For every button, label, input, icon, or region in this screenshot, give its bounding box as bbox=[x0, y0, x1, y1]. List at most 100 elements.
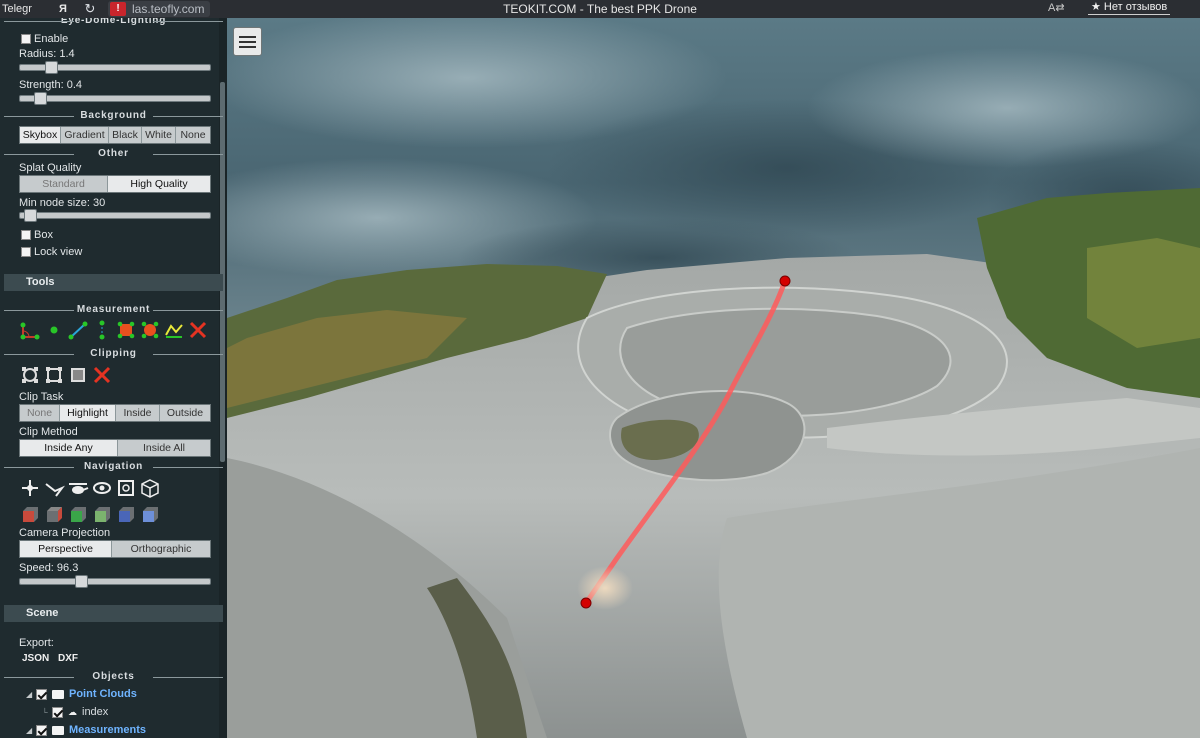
clip-volume-icon[interactable] bbox=[19, 364, 41, 386]
view-cube-tools bbox=[19, 504, 161, 526]
volume-measure-icon[interactable] bbox=[139, 319, 161, 341]
earth-control-icon[interactable] bbox=[19, 477, 41, 499]
top-view-icon[interactable] bbox=[115, 504, 137, 526]
edl-strength-label: Strength: 0.4 bbox=[19, 79, 82, 91]
point-clouds-checkbox[interactable] bbox=[36, 688, 47, 700]
translate-icon[interactable]: A⇄ bbox=[1048, 1, 1065, 14]
menu-line bbox=[239, 40, 256, 43]
min-node-size-knob[interactable] bbox=[23, 209, 37, 222]
back-view-icon[interactable] bbox=[91, 504, 113, 526]
background-skybox-button[interactable]: Skybox bbox=[20, 127, 61, 143]
clip-task-outside-button[interactable]: Outside bbox=[160, 405, 210, 421]
left-view-icon[interactable] bbox=[19, 504, 41, 526]
expand-triangle-icon[interactable]: ◢ bbox=[26, 726, 36, 735]
browser-topbar: Telegr Я ↻ ! las.teofly.com TEOKIT.COM -… bbox=[0, 0, 1200, 18]
camera-perspective-button[interactable]: Perspective bbox=[20, 541, 112, 557]
clip-method-inside-any-button[interactable]: Inside Any bbox=[20, 440, 118, 456]
cloud-icon: ☁ bbox=[68, 706, 77, 717]
folder-icon bbox=[52, 725, 64, 735]
area-measure-icon[interactable] bbox=[115, 319, 137, 341]
measurement-point-start[interactable] bbox=[580, 597, 592, 609]
yandex-icon[interactable]: Я bbox=[52, 3, 74, 15]
remove-clipping-icon[interactable] bbox=[91, 364, 113, 386]
right-view-icon[interactable] bbox=[43, 504, 65, 526]
bottom-view-icon[interactable] bbox=[139, 504, 161, 526]
angle-measure-icon[interactable] bbox=[19, 319, 41, 341]
clip-task-none-button[interactable]: None bbox=[20, 405, 60, 421]
hamburger-menu-button[interactable] bbox=[233, 27, 262, 56]
edl-strength-slider[interactable] bbox=[19, 92, 211, 105]
clip-task-highlight-button[interactable]: Highlight bbox=[60, 405, 116, 421]
fly-control-icon[interactable] bbox=[43, 477, 65, 499]
clip-box-icon[interactable] bbox=[67, 364, 89, 386]
orbit-control-icon[interactable] bbox=[91, 477, 113, 499]
index-label[interactable]: index bbox=[82, 706, 108, 718]
measurement-point-end[interactable] bbox=[779, 275, 791, 287]
measurements-link[interactable]: Measurements bbox=[69, 724, 146, 736]
clipping-tools bbox=[19, 364, 113, 386]
point-cloud-scene[interactable] bbox=[227, 18, 1200, 738]
sidebar-scroll-thumb[interactable] bbox=[220, 82, 225, 462]
objects-section-title: Objects bbox=[4, 671, 223, 682]
background-black-button[interactable]: Black bbox=[109, 127, 142, 143]
index-checkbox[interactable] bbox=[52, 706, 63, 718]
edl-strength-knob[interactable] bbox=[34, 92, 48, 105]
focus-control-icon[interactable] bbox=[115, 477, 137, 499]
clip-method-inside-all-button[interactable]: Inside All bbox=[118, 440, 210, 456]
edl-enable-checkbox[interactable] bbox=[21, 34, 31, 44]
edl-section-title: Eye-Dome-Lighting bbox=[4, 18, 223, 26]
background-none-button[interactable]: None bbox=[176, 127, 210, 143]
clip-method-label: Clip Method bbox=[19, 426, 78, 438]
edl-radius-label: Radius: 1.4 bbox=[19, 48, 75, 60]
scene-header[interactable]: Scene bbox=[4, 605, 223, 622]
clip-polygon-icon[interactable] bbox=[43, 364, 65, 386]
distance-measure-icon[interactable] bbox=[67, 319, 89, 341]
measurements-checkbox[interactable] bbox=[36, 724, 47, 736]
address-bar[interactable]: ! las.teofly.com bbox=[108, 1, 211, 17]
edl-radius-knob[interactable] bbox=[44, 61, 58, 74]
background-white-button[interactable]: White bbox=[142, 127, 176, 143]
box-checkbox[interactable] bbox=[21, 230, 31, 240]
navigation-section-title: Navigation bbox=[4, 461, 223, 472]
background-gradient-button[interactable]: Gradient bbox=[61, 127, 109, 143]
helicopter-control-icon[interactable] bbox=[67, 477, 89, 499]
clip-task-options: None Highlight Inside Outside bbox=[19, 404, 211, 422]
tools-header[interactable]: Tools bbox=[4, 274, 223, 291]
export-json-button[interactable]: JSON bbox=[22, 653, 49, 664]
clip-task-inside-button[interactable]: Inside bbox=[116, 405, 160, 421]
navigation-cube-icon[interactable] bbox=[139, 477, 161, 499]
point-clouds-link[interactable]: Point Clouds bbox=[69, 688, 137, 700]
tree-row-measurements[interactable]: ◢ Measurements bbox=[26, 724, 146, 736]
clipping-section-title: Clipping bbox=[4, 348, 223, 359]
reviews-button[interactable]: ★ Нет отзывов bbox=[1088, 0, 1171, 15]
splat-standard-button[interactable]: Standard bbox=[20, 176, 108, 192]
menu-line bbox=[239, 35, 256, 38]
camera-projection-label: Camera Projection bbox=[19, 527, 111, 539]
reload-icon[interactable]: ↻ bbox=[80, 1, 100, 17]
navigation-tools bbox=[19, 477, 161, 499]
point-measure-icon[interactable] bbox=[43, 319, 65, 341]
warning-icon: ! bbox=[110, 2, 126, 16]
edl-radius-slider[interactable] bbox=[19, 61, 211, 74]
remove-measurements-icon[interactable] bbox=[187, 319, 209, 341]
tab-telegram[interactable]: Telegr bbox=[0, 3, 40, 15]
expand-triangle-icon[interactable]: ◢ bbox=[26, 690, 36, 699]
export-dxf-button[interactable]: DXF bbox=[58, 653, 78, 664]
lock-view-checkbox[interactable] bbox=[21, 247, 31, 257]
lock-view-label: Lock view bbox=[34, 246, 83, 258]
splat-high-quality-button[interactable]: High Quality bbox=[108, 176, 210, 192]
speed-slider[interactable] bbox=[19, 575, 211, 588]
height-measure-icon[interactable] bbox=[91, 319, 113, 341]
splat-quality-options: Standard High Quality bbox=[19, 175, 211, 193]
point-cloud-viewport[interactable] bbox=[227, 18, 1200, 738]
measurement-tools bbox=[19, 319, 209, 341]
profile-measure-icon[interactable] bbox=[163, 319, 185, 341]
speed-knob[interactable] bbox=[74, 575, 88, 588]
tree-row-index[interactable]: └ ☁ index bbox=[42, 706, 108, 718]
tree-row-point-clouds[interactable]: ◢ Point Clouds bbox=[26, 688, 137, 700]
min-node-size-slider[interactable] bbox=[19, 209, 211, 222]
clip-method-options: Inside Any Inside All bbox=[19, 439, 211, 457]
front-view-icon[interactable] bbox=[67, 504, 89, 526]
tree-connector-icon: └ bbox=[42, 707, 48, 717]
camera-orthographic-button[interactable]: Orthographic bbox=[112, 541, 210, 557]
